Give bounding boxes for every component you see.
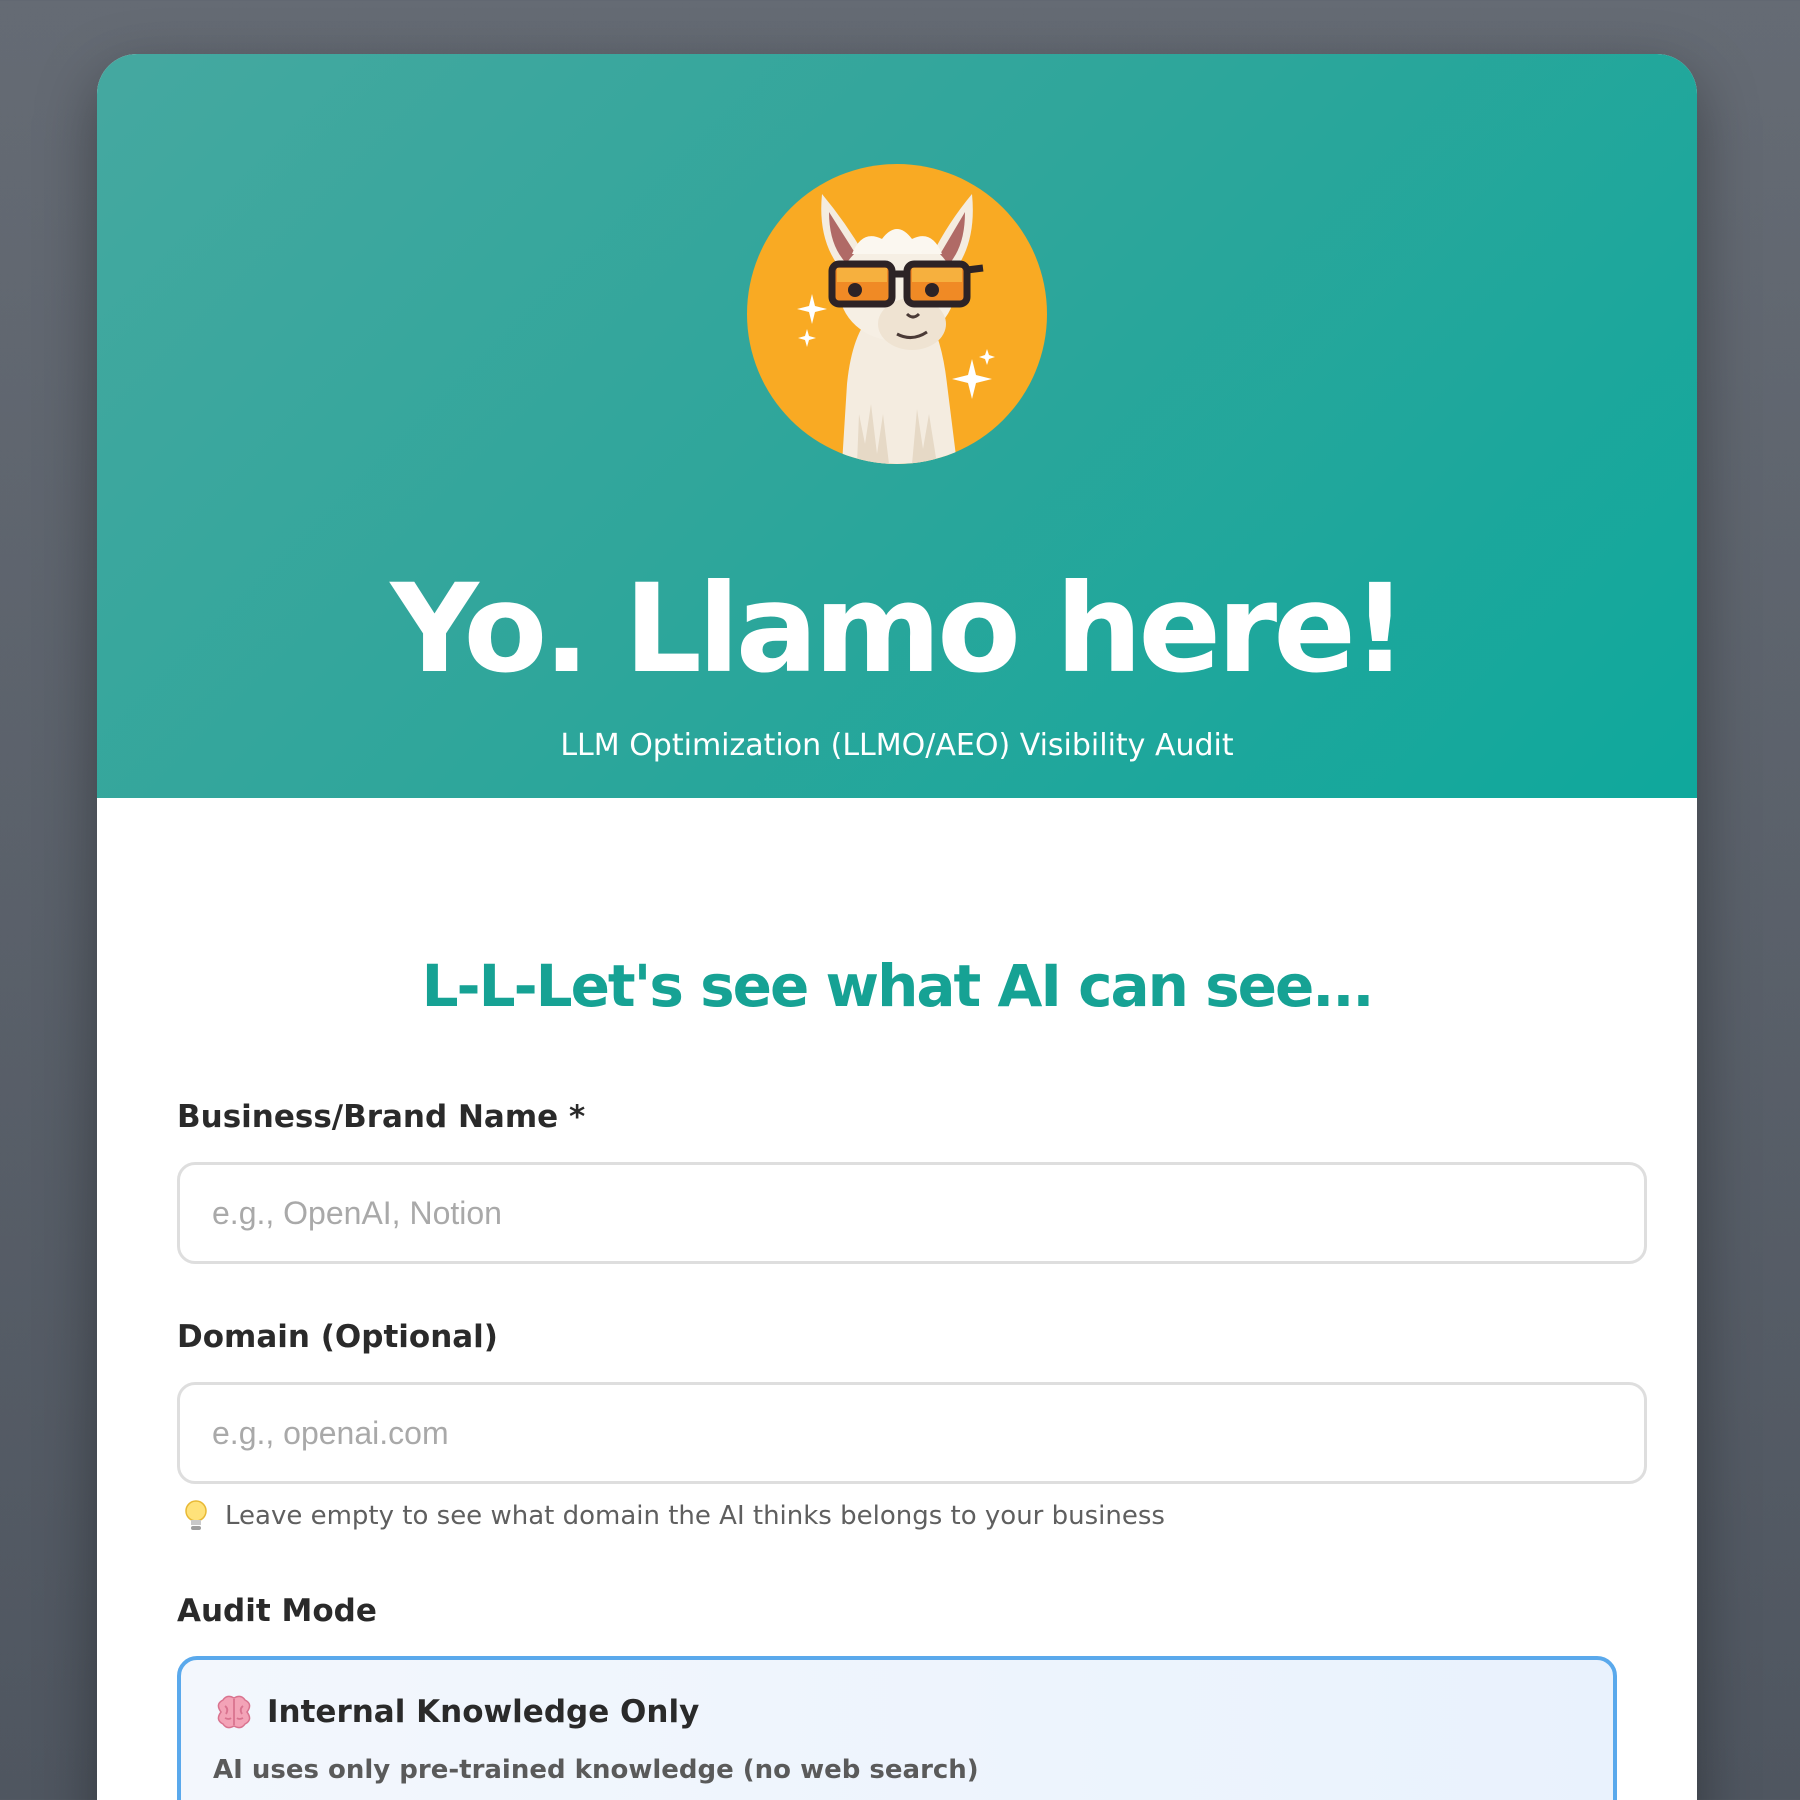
business-name-label: Business/Brand Name * [177,1099,586,1135]
page-title: Yo. Llamo here! [390,558,1407,700]
audit-mode-option-description: AI uses only pre-trained knowledge (no w… [213,1755,979,1785]
lightbulb-icon [179,1498,213,1534]
page-subtitle: LLM Optimization (LLMO/AEO) Visibility A… [560,728,1234,763]
audit-mode-label: Audit Mode [177,1593,377,1629]
business-name-input[interactable] [177,1162,1647,1264]
llama-logo-icon [747,164,1047,464]
form-heading: L-L-Let's see what AI can see... [421,952,1375,1020]
audit-mode-option-title: Internal Knowledge Only [267,1694,700,1730]
audit-card: Yo. Llamo here! LLM Optimization (LLMO/A… [97,54,1697,1800]
domain-label: Domain (Optional) [177,1319,498,1355]
hero-header: Yo. Llamo here! LLM Optimization (LLMO/A… [97,54,1697,798]
domain-input[interactable] [177,1382,1647,1484]
brain-icon [213,1694,255,1730]
audit-mode-option-internal[interactable]: Internal Knowledge Only AI uses only pre… [177,1656,1617,1800]
domain-hint: Leave empty to see what domain the AI th… [179,1498,1165,1534]
domain-hint-text: Leave empty to see what domain the AI th… [225,1501,1165,1531]
audit-mode-option-title-row: Internal Knowledge Only [213,1692,699,1732]
